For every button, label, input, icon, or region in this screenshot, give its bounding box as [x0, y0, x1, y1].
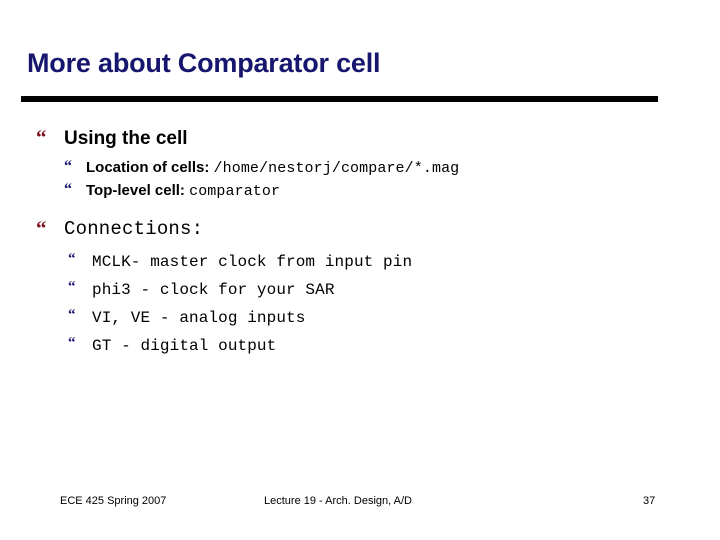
bullet-level2-gt: “ GT - digital output — [0, 332, 720, 360]
footer-lecture-label: Lecture 19 - Arch. Design, A/D — [264, 495, 412, 507]
bullet-marker-icon: “ — [64, 158, 72, 175]
bullet-level2-text: VI, VE - analog inputs — [92, 309, 306, 327]
cell-name-code: comparator — [189, 183, 281, 200]
footer-course-label: ECE 425 Spring 2007 — [60, 495, 167, 507]
bullet-group-connections: “ Connections: “ MCLK- master clock from… — [0, 217, 720, 360]
bullet-level2-mclk: “ MCLK- master clock from input pin — [0, 248, 720, 276]
bullet-level2-label: Top-level cell: comparator — [86, 180, 280, 203]
slide-body: “ Using the cell “ Location of cells: /h… — [0, 126, 720, 360]
bullet-marker-icon: “ — [36, 216, 47, 240]
footer-page-number: 37 — [643, 495, 656, 507]
page-title: More about Comparator cell — [27, 48, 381, 78]
bullet-level1-connections: “ Connections: — [0, 217, 720, 242]
bullet-level2-text: GT - digital output — [92, 337, 277, 355]
bullet-marker-icon: “ — [68, 307, 76, 323]
bullet-level2-text: Location of cells: — [86, 159, 210, 176]
bullet-level2-phi3: “ phi3 - clock for your SAR — [0, 276, 720, 304]
bullet-level2-vi-ve: “ VI, VE - analog inputs — [0, 304, 720, 332]
bullet-level2-text: Top-level cell: — [86, 182, 185, 199]
bullet-level2-location-of-cells: “ Location of cells: /home/nestorj/compa… — [0, 157, 720, 180]
bullet-marker-icon: “ — [68, 279, 76, 295]
title-divider — [21, 96, 658, 102]
bullet-level2-label: Location of cells: /home/nestorj/compare… — [86, 157, 459, 180]
bullet-level1-using-the-cell: “ Using the cell — [0, 126, 720, 151]
bullet-level1-label: Connections: — [64, 218, 204, 240]
bullet-level2-text: phi3 - clock for your SAR — [92, 281, 335, 299]
bullet-level2-top-level-cell: “ Top-level cell: comparator — [0, 180, 720, 203]
file-path-code: /home/nestorj/compare/*.mag — [213, 160, 460, 177]
bullet-level1-label: Using the cell — [64, 128, 188, 149]
bullet-marker-icon: “ — [36, 125, 47, 149]
bullet-marker-icon: “ — [68, 335, 76, 351]
bullet-marker-icon: “ — [68, 251, 76, 267]
bullet-marker-icon: “ — [64, 181, 72, 198]
bullet-level2-text: MCLK- master clock from input pin — [92, 253, 413, 271]
slide-footer: ECE 425 Spring 2007 Lecture 19 - Arch. D… — [0, 495, 720, 515]
bullet-group-using-the-cell: “ Using the cell “ Location of cells: /h… — [0, 126, 720, 203]
slide: More about Comparator cell “ Using the c… — [0, 0, 720, 540]
